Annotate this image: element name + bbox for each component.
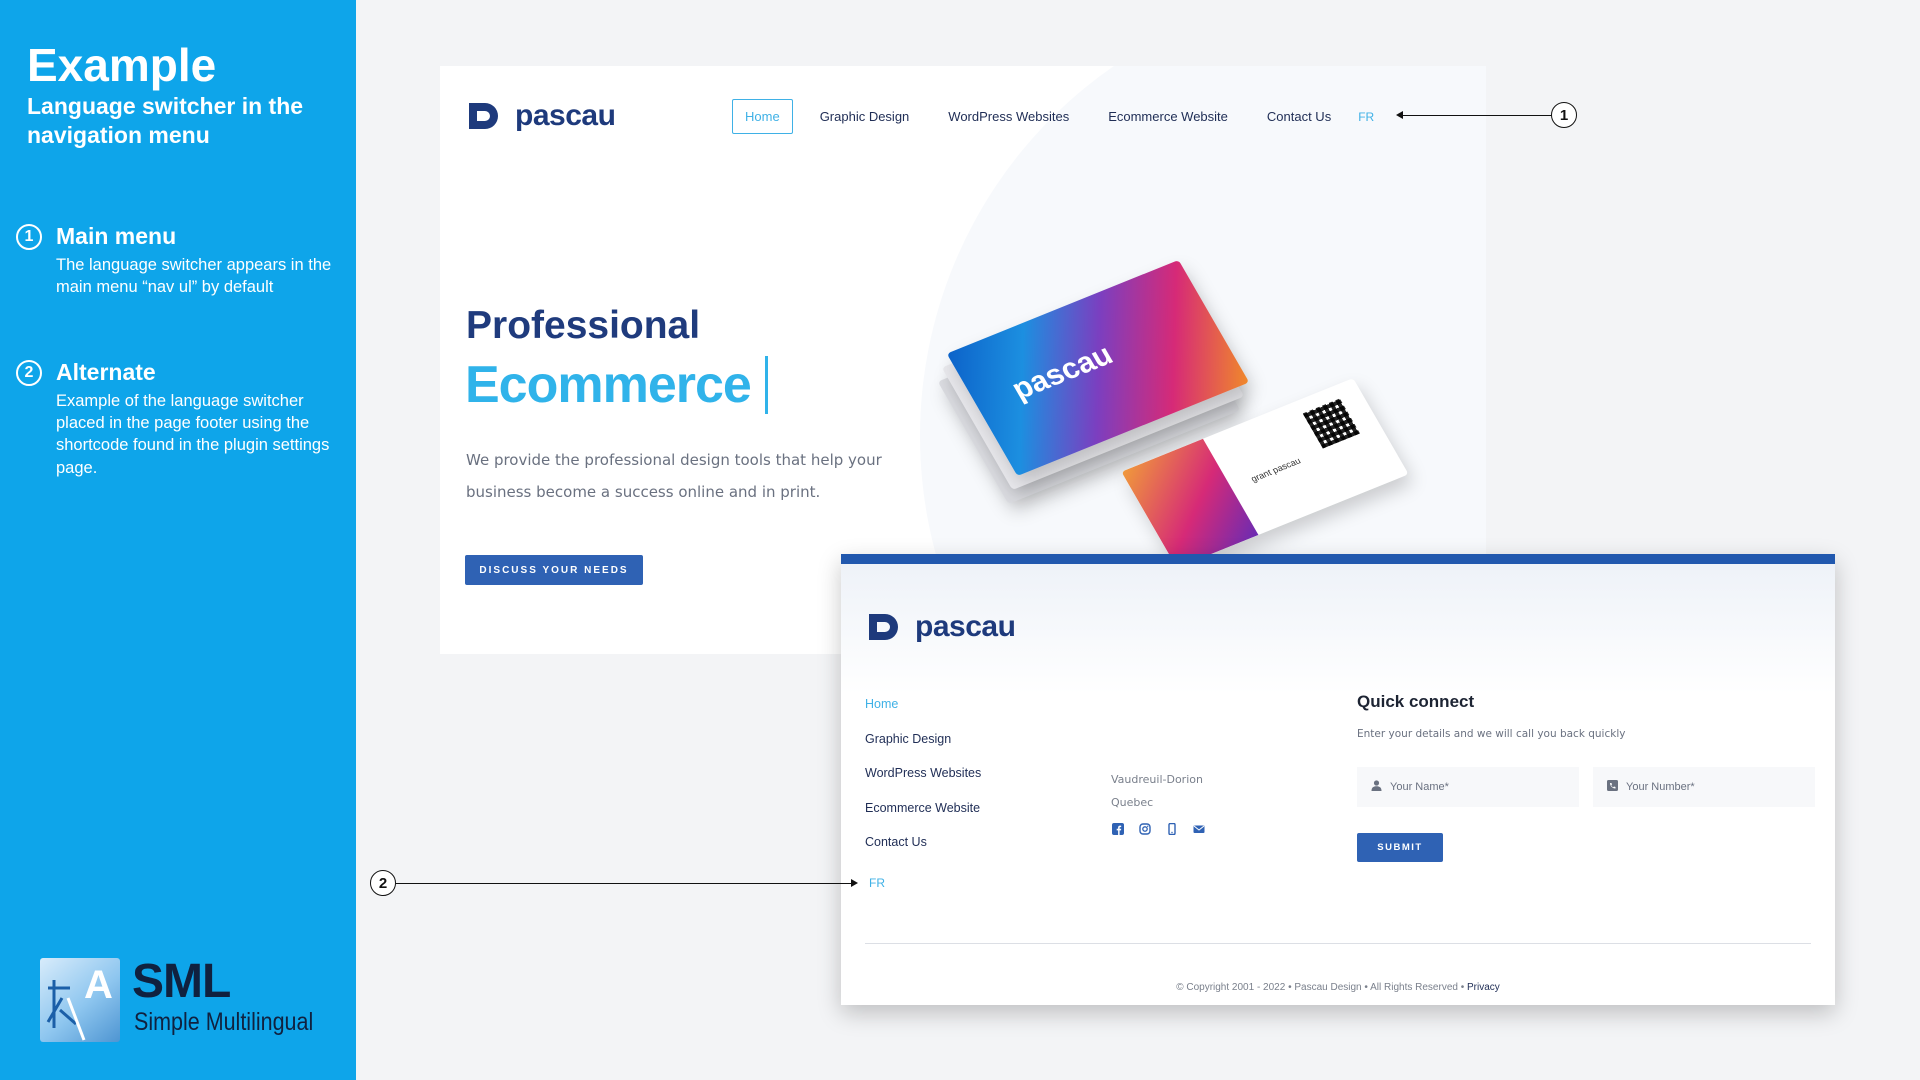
phone-icon[interactable] [1165, 822, 1178, 835]
your-number-input[interactable]: Your Number* [1593, 767, 1815, 807]
sidebar-panel: Example Language switcher in the navigat… [0, 0, 356, 1080]
site-brand-name: pascau [515, 99, 616, 132]
callout-2-badge: 2 [370, 870, 396, 896]
sidebar-item-desc: Example of the language switcher placed … [56, 391, 330, 477]
email-icon[interactable] [1192, 822, 1205, 835]
address-city: Vaudreuil-Dorion [1111, 773, 1203, 786]
website-footer-screenshot: pascau Home Graphic Design WordPress Web… [841, 554, 1835, 1005]
footer-link-wordpress-websites[interactable]: WordPress Websites [865, 767, 981, 802]
submit-button[interactable]: SUBMIT [1357, 833, 1443, 862]
svg-text:A: A [84, 963, 113, 1007]
hero-heading-line2: Ecommerce [465, 356, 752, 414]
typing-caret [765, 356, 768, 414]
main-nav: Home Graphic Design WordPress Websites E… [732, 99, 1374, 134]
phone-square-icon [1607, 780, 1618, 794]
copyright-text: © Copyright 2001 - 2022 • Pascau Design … [1176, 982, 1467, 993]
user-icon [1371, 780, 1382, 794]
card-name-text: grant pascau [1249, 455, 1303, 484]
footer-link-graphic-design[interactable]: Graphic Design [865, 732, 981, 768]
callout-1-badge: 1 [1551, 102, 1577, 128]
nav-home[interactable]: Home [732, 99, 793, 134]
sidebar-item-title: Main menu [56, 223, 177, 249]
your-number-placeholder: Your Number* [1626, 781, 1695, 793]
hero-heading-line1: Professional [466, 304, 701, 347]
footer-copyright: © Copyright 2001 - 2022 • Pascau Design … [841, 982, 1835, 993]
quick-connect-title: Quick connect [1357, 692, 1475, 711]
footer-link-home[interactable]: Home [865, 698, 981, 733]
discuss-needs-button[interactable]: DISCUSS YOUR NEEDS [465, 555, 643, 585]
footer-language-switcher[interactable]: FR [869, 876, 885, 890]
callout-2-line [396, 883, 852, 884]
instagram-icon[interactable] [1138, 822, 1151, 835]
sidebar-item-main-menu: 1 Main menu The language switcher appear… [16, 222, 346, 298]
quick-connect-subtitle: Enter your details and we will call you … [1357, 728, 1626, 740]
sml-logo-name: SML [132, 955, 231, 1008]
site-logo[interactable]: pascau [467, 99, 616, 133]
facebook-icon[interactable] [1111, 822, 1124, 835]
card-brand-text: pascau [1006, 338, 1119, 406]
pascau-logo-icon [867, 612, 901, 642]
footer-nav: Home Graphic Design WordPress Websites E… [865, 698, 981, 871]
privacy-link[interactable]: Privacy [1467, 982, 1500, 993]
callout-2-arrowhead [851, 879, 858, 887]
sml-logo-tagline: Simple Multilingual [134, 1008, 314, 1036]
your-name-input[interactable]: Your Name* [1357, 767, 1579, 807]
page-title: Example [27, 39, 217, 91]
address-province: Quebec [1111, 796, 1154, 809]
step-number-1: 1 [16, 224, 42, 250]
nav-graphic-design[interactable]: Graphic Design [808, 100, 922, 133]
footer-logo[interactable]: pascau [867, 610, 1016, 644]
callout-1-line [1402, 115, 1552, 116]
footer-link-contact-us[interactable]: Contact Us [865, 836, 981, 871]
page-subtitle: Language switcher in the navigation menu [27, 93, 304, 148]
social-icons [1111, 822, 1205, 835]
pascau-logo-icon [467, 101, 501, 131]
qr-code-icon [1302, 398, 1360, 449]
footer-brand-name: pascau [915, 610, 1016, 643]
footer-link-ecommerce-website[interactable]: Ecommerce Website [865, 801, 981, 837]
nav-language-switcher[interactable]: FR [1358, 110, 1374, 124]
sidebar-item-desc: The language switcher appears in the mai… [56, 255, 332, 297]
footer-address: Vaudreuil-Dorion Quebec [1111, 768, 1203, 814]
nav-wordpress-websites[interactable]: WordPress Websites [936, 100, 1081, 133]
footer-top-bar [841, 554, 1835, 564]
nav-ecommerce-website[interactable]: Ecommerce Website [1096, 100, 1240, 133]
sidebar-item-alternate: 2 Alternate Example of the language swit… [16, 358, 346, 479]
nav-contact-us[interactable]: Contact Us [1255, 100, 1343, 133]
sml-logo-icon: A [40, 958, 120, 1042]
footer-divider [865, 943, 1811, 944]
sidebar-item-title: Alternate [56, 359, 156, 385]
step-number-2: 2 [16, 360, 42, 386]
your-name-placeholder: Your Name* [1390, 781, 1449, 793]
hero-description: We provide the professional design tools… [466, 451, 882, 501]
